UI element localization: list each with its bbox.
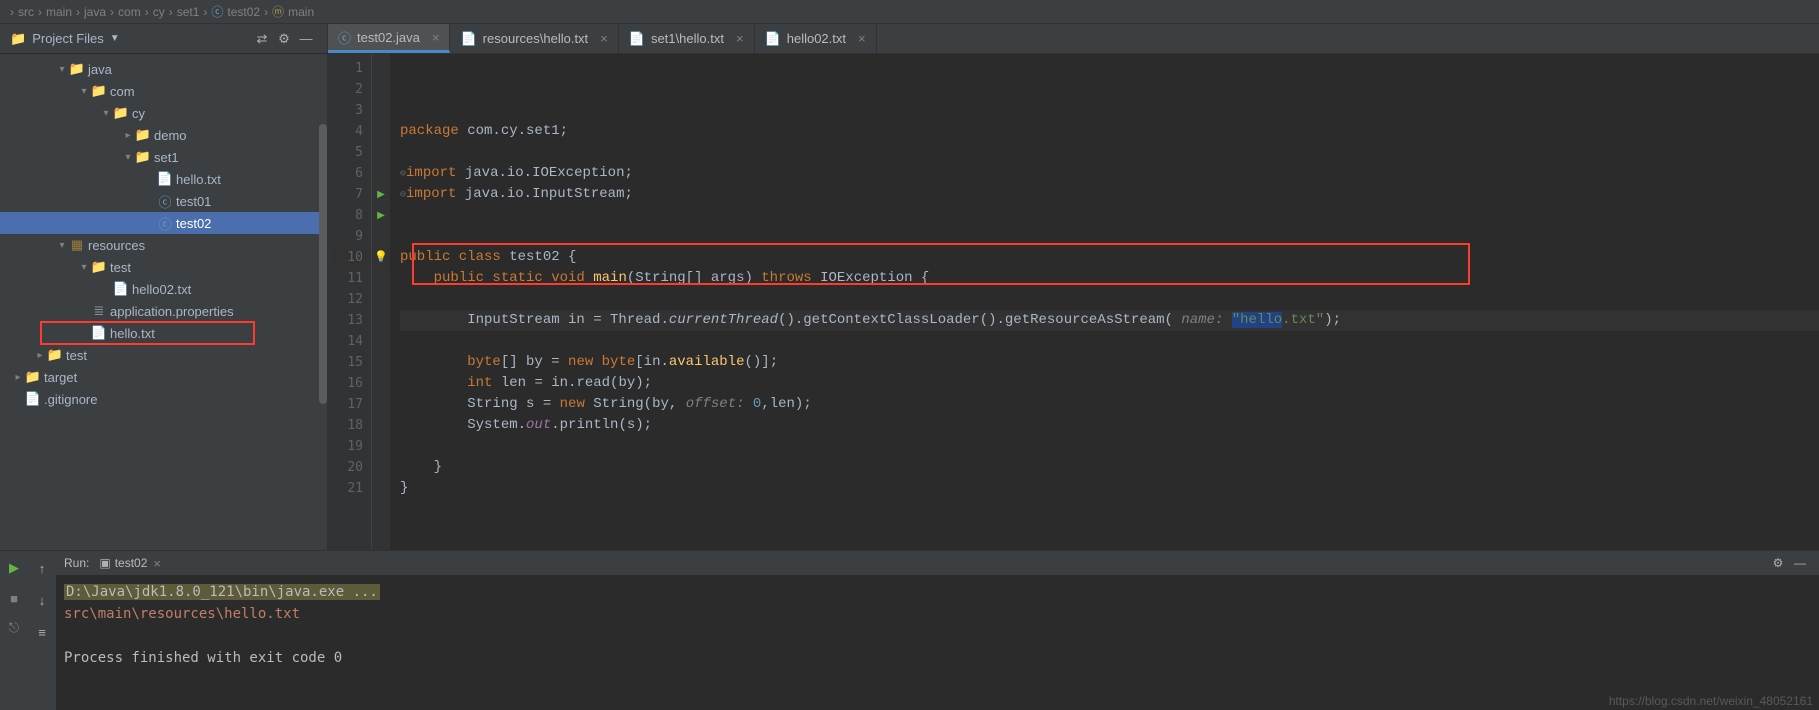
tree-item-hello-txt[interactable]: 📄hello.txt <box>0 322 327 344</box>
run-gutgter-icon[interactable]: ▶ <box>377 210 385 221</box>
tree-item-test02[interactable]: ⓒtest02 <box>0 212 327 234</box>
exit-icon[interactable]: ⎋ <box>3 617 25 639</box>
tab-label: resources\hello.txt <box>483 31 589 46</box>
tab-label: hello02.txt <box>787 31 846 46</box>
close-tab-icon[interactable]: × <box>432 30 440 45</box>
project-tree[interactable]: ▾📁java▾📁com▾📁cy▸📁demo▾📁set1📄hello.txtⓒte… <box>0 54 327 550</box>
hide-icon[interactable]: — <box>295 28 317 50</box>
up-icon[interactable]: ↑ <box>31 557 53 579</box>
tree-item-demo[interactable]: ▸📁demo <box>0 124 327 146</box>
tree-item-application-properties[interactable]: ≣application.properties <box>0 300 327 322</box>
run-config-name[interactable]: test02 <box>115 556 148 570</box>
gear-icon[interactable]: ⚙ <box>273 28 295 50</box>
run-toolbar: ▶ ■ ⎋ <box>0 551 28 710</box>
close-tab-icon[interactable]: × <box>600 31 608 46</box>
tree-item-resources[interactable]: ▾▦resources <box>0 234 327 256</box>
breadcrumb[interactable]: ›src ›main ›java ›com ›cy ›set1 ›ⓒtest02… <box>0 0 1819 24</box>
tree-item-target[interactable]: ▸📁target <box>0 366 327 388</box>
run-gutgter-icon[interactable]: ▶ <box>377 189 385 200</box>
tree-item-hello02-txt[interactable]: 📄hello02.txt <box>0 278 327 300</box>
run-hide-icon[interactable]: — <box>1789 552 1811 574</box>
tab-hello02-txt[interactable]: 📄 hello02.txt × <box>755 24 877 53</box>
code-editor[interactable]: package com.cy.set1;⊖import java.io.IOEx… <box>390 54 1819 550</box>
file-icon: 📄 <box>460 31 476 47</box>
tree-item-java[interactable]: ▾📁java <box>0 58 327 80</box>
console-toolbar: ↑ ↓ ≡ <box>28 551 56 710</box>
sidebar-title: Project Files <box>32 31 104 46</box>
scrollbar[interactable] <box>319 124 327 404</box>
tree-item-test[interactable]: ▾📁test <box>0 256 327 278</box>
line-gutter[interactable]: 123456789101112131415161718192021 <box>328 54 372 550</box>
project-files-dropdown[interactable]: 📁 Project Files ▼ <box>10 31 131 47</box>
cmdline: D:\Java\jdk1.8.0_121\bin\java.exe ... <box>64 584 380 600</box>
intention-bulb-icon[interactable]: 💡 <box>374 251 388 263</box>
tree-item-hello-txt[interactable]: 📄hello.txt <box>0 168 327 190</box>
soft-wrap-icon[interactable]: ≡ <box>31 621 53 643</box>
tree-item-test01[interactable]: ⓒtest01 <box>0 190 327 212</box>
tree-item-com[interactable]: ▾📁com <box>0 80 327 102</box>
close-run-tab[interactable]: × <box>153 556 161 571</box>
editor-tabs: ⓒ test02.java × 📄 resources\hello.txt × 📄 set1\… <box>328 24 1819 54</box>
tab-test02-java[interactable]: ⓒ test02.java × <box>328 24 450 53</box>
console-output[interactable]: D:\Java\jdk1.8.0_121\bin\java.exe ... sr… <box>56 575 1819 710</box>
run-settings-icon[interactable]: ⚙ <box>1767 552 1789 574</box>
gutter-icons[interactable]: ▶ ▶ 💡 <box>372 54 390 550</box>
close-tab-icon[interactable]: × <box>736 31 744 46</box>
tree-item-set1[interactable]: ▾📁set1 <box>0 146 327 168</box>
tree-item-cy[interactable]: ▾📁cy <box>0 102 327 124</box>
tab-label: set1\hello.txt <box>651 31 724 46</box>
console-line: src\main\resources\hello.txt <box>64 603 1811 625</box>
rerun-icon[interactable]: ▶ <box>3 557 25 579</box>
project-sidebar: 📁 Project Files ▼ ⇄ ⚙ — ▾📁java▾📁com▾📁cy▸… <box>0 24 328 550</box>
console-line: Process finished with exit code 0 <box>64 647 1811 669</box>
tree-item--gitignore[interactable]: 📄.gitignore <box>0 388 327 410</box>
file-icon: 📄 <box>629 31 645 47</box>
down-icon[interactable]: ↓ <box>31 589 53 611</box>
tab-resources-hello-txt[interactable]: 📄 resources\hello.txt × <box>450 24 618 53</box>
tab-label: test02.java <box>357 30 420 45</box>
tab-set1-hello-txt[interactable]: 📄 set1\hello.txt × <box>619 24 755 53</box>
run-header: Run: ▣ test02 × ⚙ — <box>56 551 1819 575</box>
select-opened-file-icon[interactable]: ⇄ <box>251 28 273 50</box>
watermark: https://blog.csdn.net/weixin_48052161 <box>1609 694 1813 708</box>
tree-item-test[interactable]: ▸📁test <box>0 344 327 366</box>
folder-icon: 📁 <box>10 31 26 47</box>
close-tab-icon[interactable]: × <box>858 31 866 46</box>
run-label: Run: <box>64 556 89 570</box>
terminal-icon: ▣ <box>99 556 110 570</box>
stop-icon[interactable]: ■ <box>3 587 25 609</box>
run-tool-window: ▶ ■ ⎋ ↑ ↓ ≡ Run: ▣ test02 × ⚙ — D:\Java\… <box>0 550 1819 710</box>
chevron-down-icon: ▼ <box>110 33 120 44</box>
java-icon: ⓒ <box>338 28 351 47</box>
file-icon: 📄 <box>765 31 781 47</box>
